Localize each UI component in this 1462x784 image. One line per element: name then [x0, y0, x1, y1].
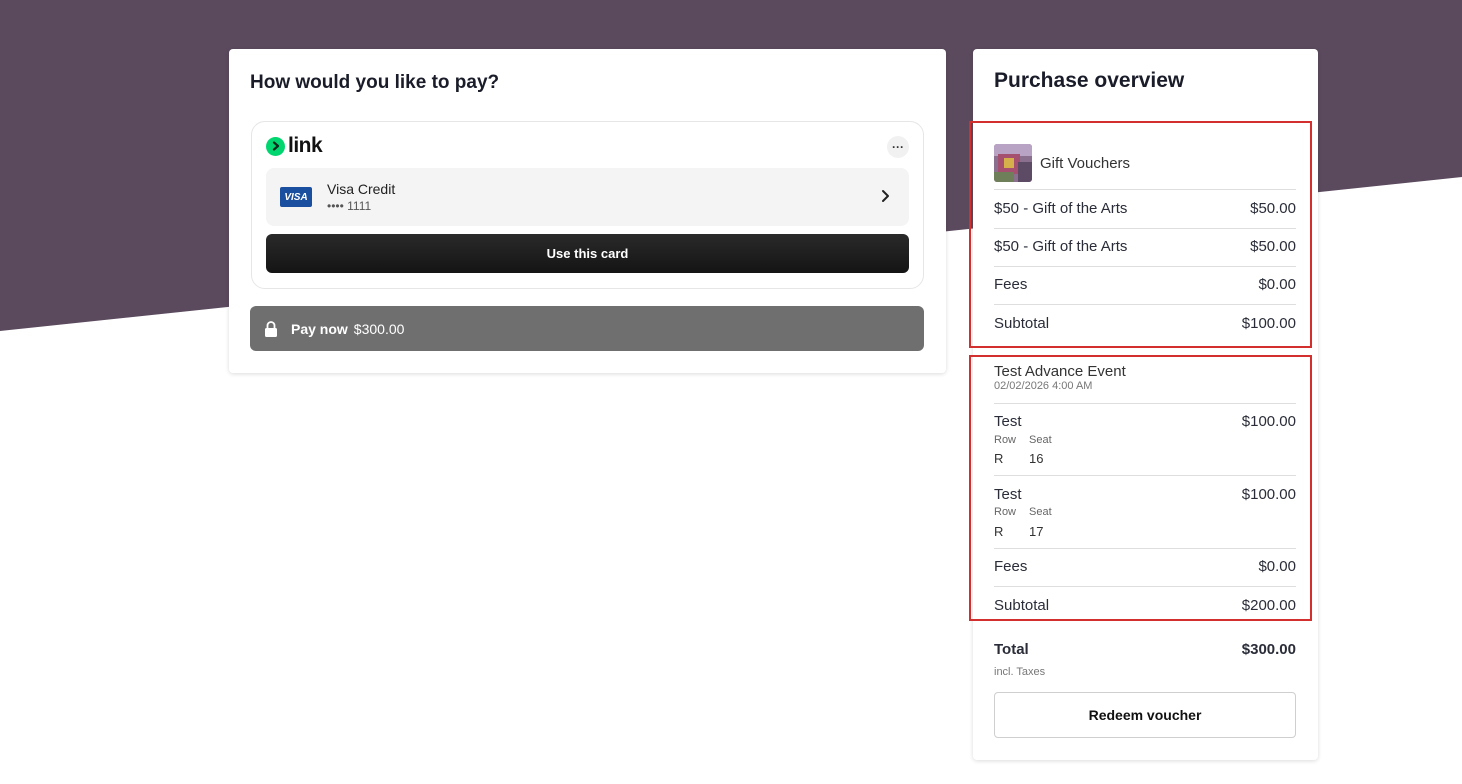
overview-title: Purchase overview — [994, 69, 1185, 92]
fees-value: $0.00 — [1258, 558, 1296, 575]
card-number: •••• 1111 — [327, 199, 372, 213]
lock-icon — [265, 320, 277, 337]
subtotal-value: $100.00 — [1241, 315, 1296, 332]
row-value: R — [994, 524, 1004, 539]
item-price: $50.00 — [1250, 238, 1296, 255]
divider — [994, 228, 1296, 229]
event-date: 02/02/2026 4:00 AM — [994, 380, 1093, 392]
card-name: Visa Credit — [327, 181, 396, 197]
subtotal-row: Subtotal $100.00 — [994, 315, 1296, 332]
taxes-note: incl. Taxes — [994, 666, 1046, 678]
seat-value: 17 — [1029, 524, 1044, 539]
row-label: Row — [994, 434, 1017, 446]
visa-icon: VISA — [280, 187, 312, 207]
saved-card-row[interactable]: VISA Visa Credit •••• 1111 — [266, 168, 909, 226]
more-options-button[interactable]: ··· — [887, 136, 909, 158]
pay-now-amount: $300.00 — [353, 320, 405, 337]
line-item: $50 - Gift of the Arts $50.00 — [994, 200, 1296, 217]
ticket-price: $100.00 — [1241, 413, 1296, 430]
ticket-row: Test $100.00 — [994, 413, 1296, 430]
payment-title: How would you like to pay? — [250, 72, 500, 93]
ticket-row: Test $100.00 — [994, 486, 1296, 503]
use-this-card-button[interactable]: Use this card — [266, 234, 909, 273]
ticket-name: Test — [994, 486, 1022, 503]
subtotal-label: Subtotal — [994, 315, 1050, 332]
divider — [994, 189, 1296, 190]
item-name: $50 - Gift of the Arts — [994, 200, 1128, 217]
payment-panel: How would you like to pay? link ··· VISA… — [229, 49, 946, 373]
link-payment-box: link ··· VISA Visa Credit •••• 1111 Use … — [251, 121, 924, 289]
divider — [994, 266, 1296, 267]
event-name: Test Advance Event — [994, 363, 1126, 380]
divider — [994, 304, 1296, 305]
fees-row: Fees $0.00 — [994, 276, 1296, 293]
total-value: $300.00 — [1241, 641, 1296, 658]
fees-row: Fees $0.00 — [994, 558, 1296, 575]
link-logo: link — [266, 134, 323, 157]
fees-label: Fees — [994, 558, 1028, 575]
seat-value: 16 — [1029, 451, 1044, 466]
fees-value: $0.00 — [1258, 276, 1296, 293]
link-wordmark: link — [288, 134, 323, 157]
item-price: $50.00 — [1250, 200, 1296, 217]
ticket-name: Test — [994, 413, 1022, 430]
pay-now-label: Pay now — [291, 320, 348, 337]
row-value: R — [994, 451, 1004, 466]
divider — [994, 586, 1296, 587]
purchase-overview-panel: Purchase overview Gift Vouchers $50 - Gi… — [969, 49, 1318, 760]
fees-label: Fees — [994, 276, 1028, 293]
gift-voucher-header: Gift Vouchers — [994, 144, 1130, 182]
link-arrow-icon — [266, 136, 285, 156]
seat-label: Seat — [1029, 434, 1052, 446]
item-name: $50 - Gift of the Arts — [994, 238, 1128, 255]
total-label: Total — [994, 641, 1029, 658]
gift-voucher-thumbnail — [994, 144, 1032, 182]
divider — [994, 403, 1296, 404]
total-row: Total $300.00 — [994, 641, 1296, 658]
subtotal-value: $200.00 — [1241, 597, 1296, 614]
chevron-right-icon — [882, 190, 889, 202]
subtotal-row: Subtotal $200.00 — [994, 597, 1296, 614]
ticket-price: $100.00 — [1241, 486, 1296, 503]
line-item: $50 - Gift of the Arts $50.00 — [994, 238, 1296, 255]
divider — [994, 548, 1296, 549]
row-label: Row — [994, 506, 1017, 518]
subtotal-label: Subtotal — [994, 597, 1050, 614]
divider — [994, 475, 1296, 476]
seat-label: Seat — [1029, 506, 1052, 518]
pay-now-button[interactable]: Pay now $300.00 — [250, 306, 924, 351]
gift-voucher-heading: Gift Vouchers — [1040, 154, 1131, 172]
redeem-voucher-button[interactable]: Redeem voucher — [994, 692, 1296, 738]
